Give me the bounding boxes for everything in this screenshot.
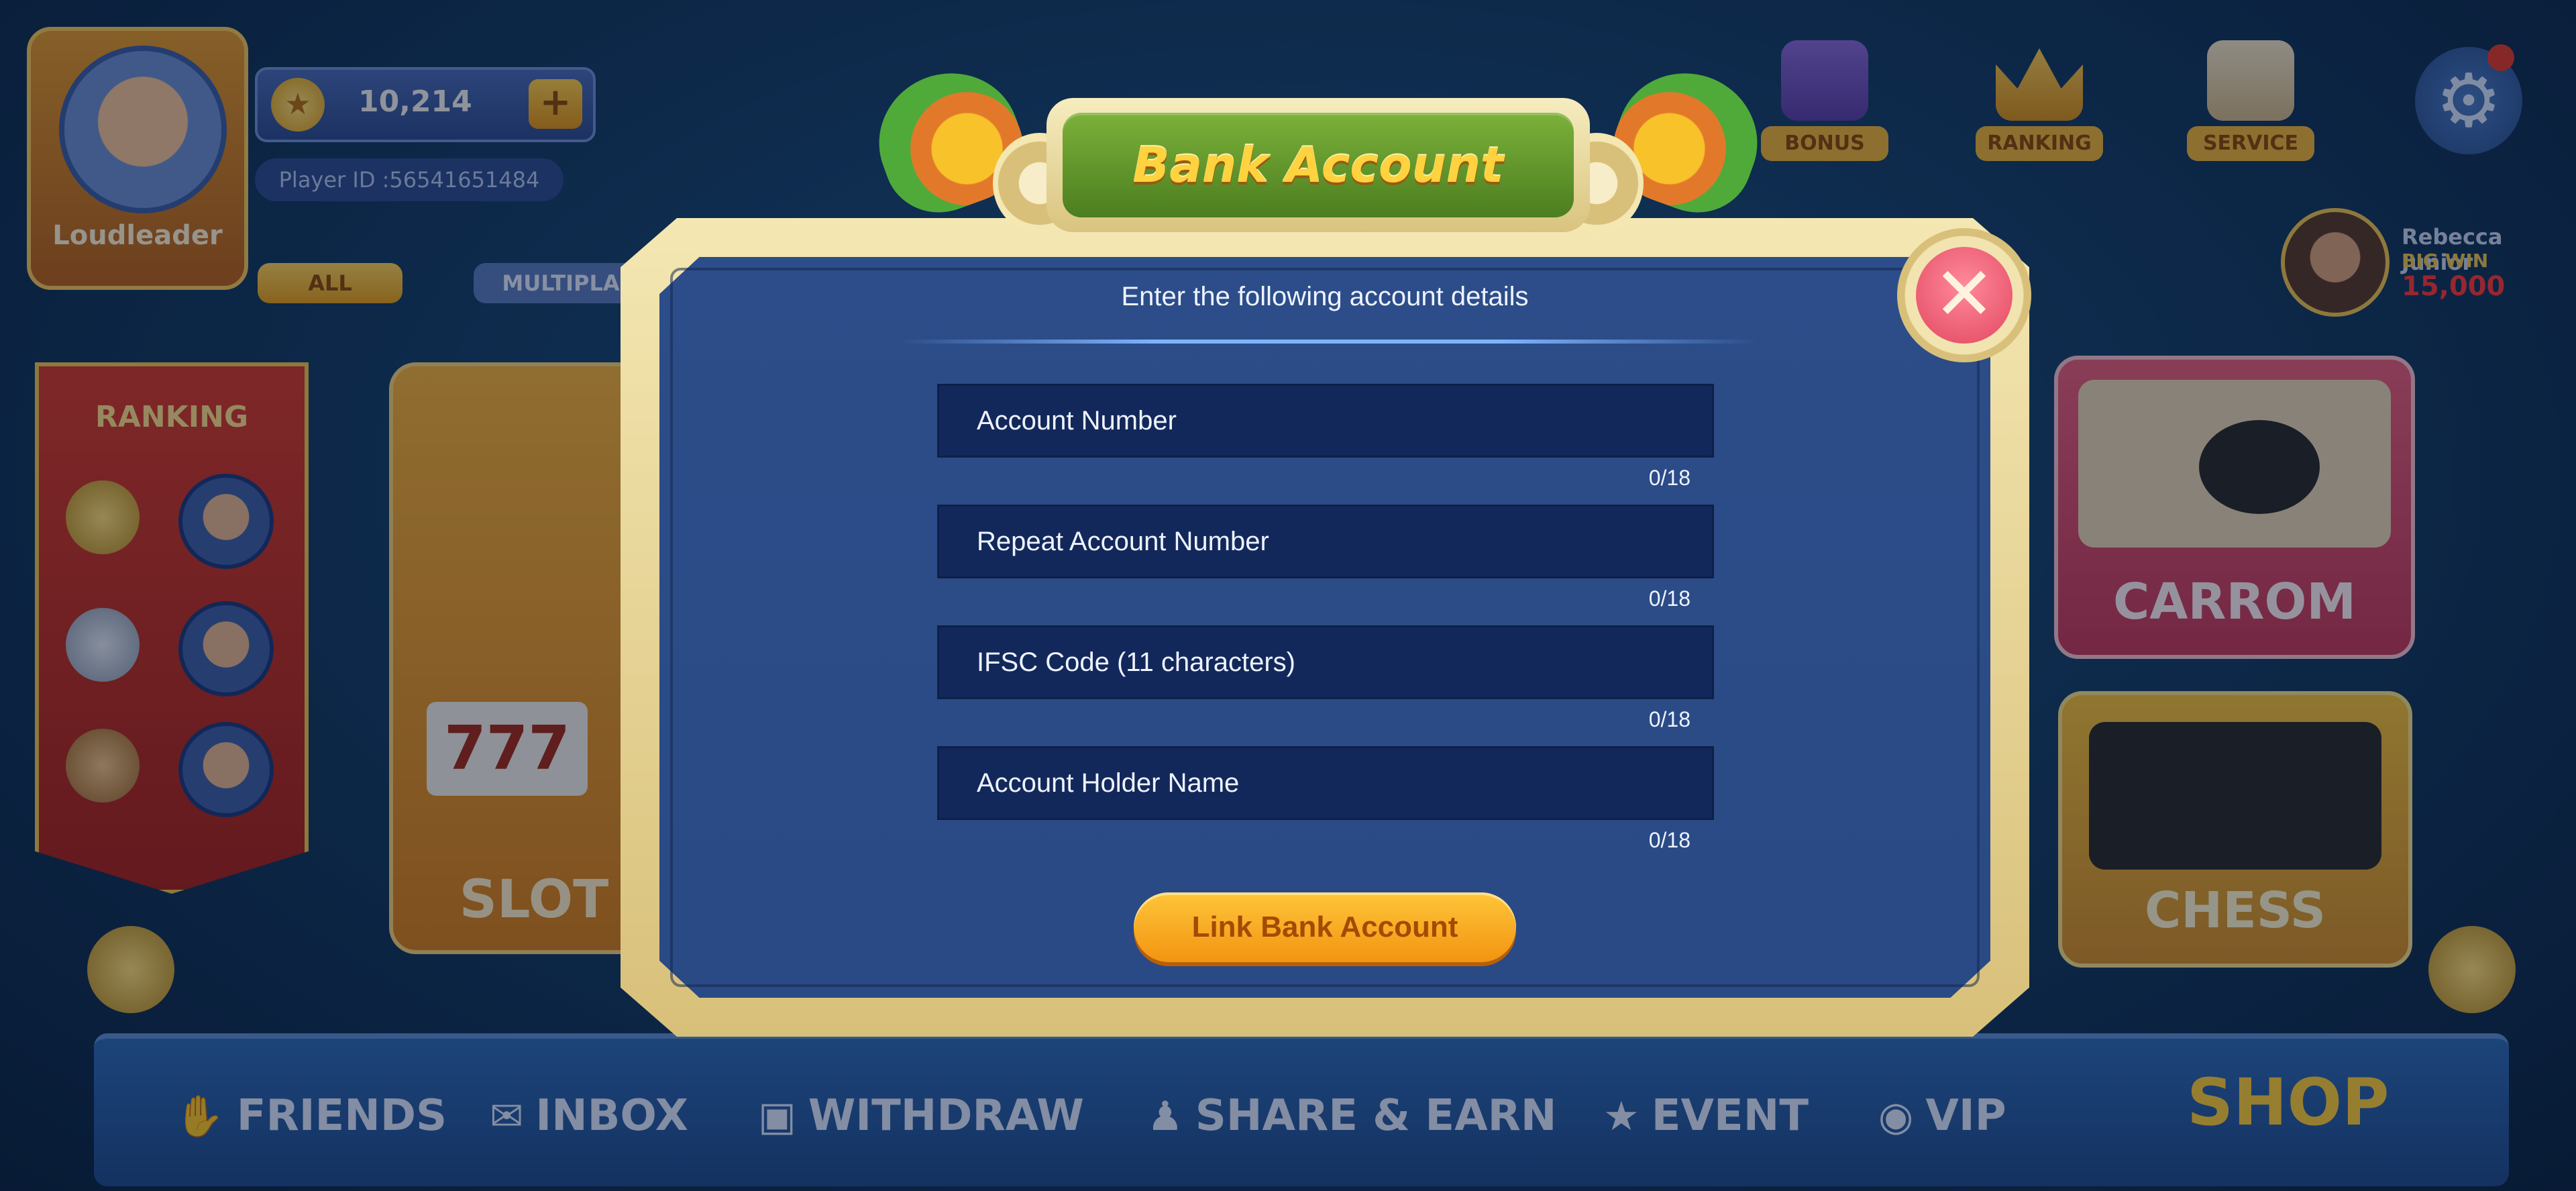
- title-plate: Bank Account: [1046, 98, 1590, 232]
- ifsc-code-input[interactable]: [939, 627, 1712, 697]
- dialog-header: Bank Account: [860, 54, 1776, 248]
- close-button-face: ✕: [1916, 247, 2012, 344]
- repeat-account-number-input[interactable]: [939, 507, 1712, 576]
- link-bank-account-button[interactable]: Link Bank Account: [1134, 892, 1516, 962]
- repeat-account-number-counter: 0/18: [1648, 586, 1690, 611]
- account-holder-name-counter: 0/18: [1648, 828, 1690, 852]
- dialog-subtitle: Enter the following account details: [1121, 282, 1529, 311]
- title-plate-inner: Bank Account: [1063, 113, 1574, 217]
- close-button[interactable]: ✕: [1897, 228, 2031, 362]
- close-icon: ✕: [1933, 251, 1996, 337]
- account-holder-name-input[interactable]: [939, 748, 1712, 818]
- account-number-input[interactable]: [939, 386, 1712, 456]
- account-number-counter: 0/18: [1648, 466, 1690, 490]
- account-number-field[interactable]: [937, 384, 1714, 458]
- repeat-account-number-field[interactable]: [937, 505, 1714, 578]
- ifsc-code-counter: 0/18: [1648, 707, 1690, 731]
- dialog-title: Bank Account: [1132, 137, 1504, 193]
- account-holder-name-field[interactable]: [937, 746, 1714, 820]
- ifsc-code-field[interactable]: [937, 625, 1714, 699]
- divider: [899, 340, 1758, 344]
